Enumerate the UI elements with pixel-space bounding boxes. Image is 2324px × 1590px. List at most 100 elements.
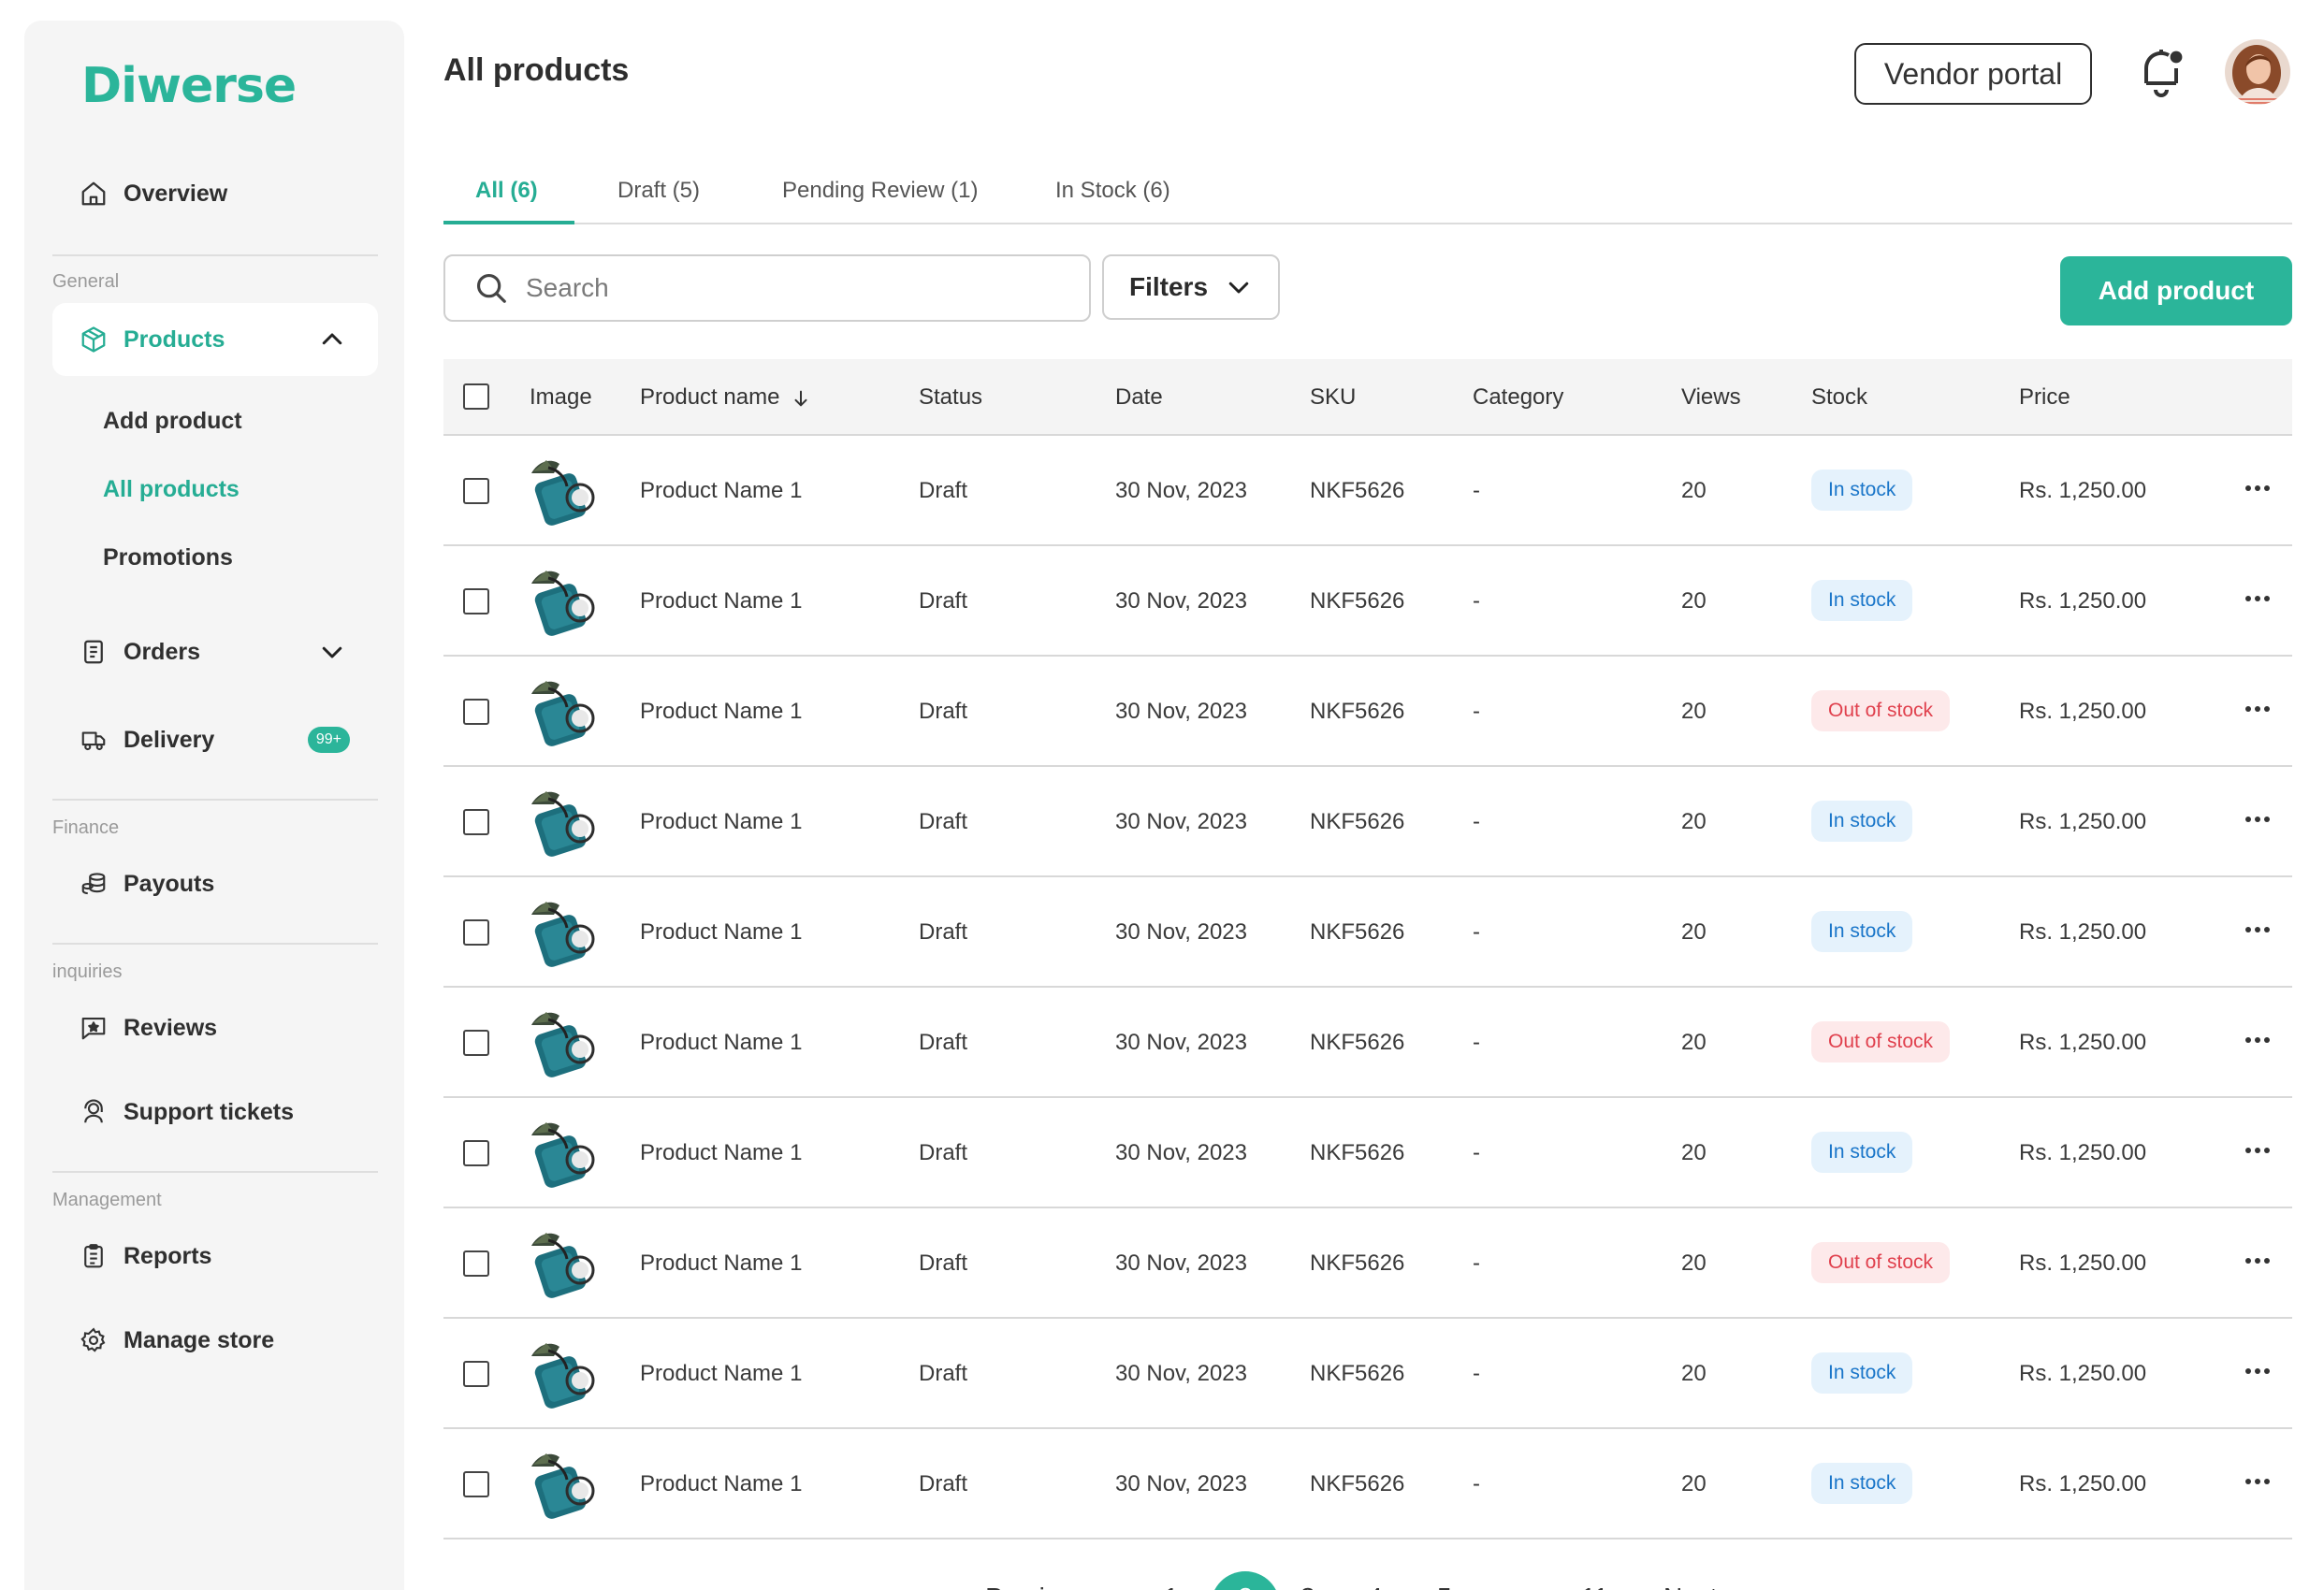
row-checkbox[interactable] [463, 1030, 489, 1056]
table-row[interactable]: Product Name 1 Draft 30 Nov, 2023 NKF5626 - 2… [443, 1098, 2292, 1208]
product-price: Rs. 1,250.00 [2019, 588, 2147, 614]
page-3[interactable]: 3 [1300, 1583, 1315, 1590]
page-1[interactable]: 1 [1164, 1583, 1179, 1590]
add-product-button[interactable]: Add product [2060, 256, 2292, 325]
product-category: - [1473, 1471, 1480, 1496]
nav-delivery[interactable]: Delivery 99+ [52, 703, 378, 776]
column-product-name[interactable]: Product name [640, 384, 811, 411]
product-thumbnail [528, 786, 601, 859]
table-row[interactable]: Product Name 1 Draft 30 Nov, 2023 NKF5626 - 2… [443, 1429, 2292, 1539]
product-views: 20 [1681, 478, 1707, 503]
nav-payouts[interactable]: Payouts [52, 847, 378, 920]
clipboard-icon [79, 1241, 109, 1271]
product-sku: NKF5626 [1310, 1471, 1405, 1496]
stock-badge: In stock [1811, 1463, 1913, 1504]
vendor-portal-button[interactable]: Vendor portal [1854, 43, 2092, 105]
nav-overview[interactable]: Overview [52, 157, 378, 230]
chevron-up-icon[interactable] [318, 325, 346, 354]
product-name[interactable]: Product Name 1 [640, 919, 802, 946]
user-avatar[interactable] [2225, 39, 2290, 105]
search-input[interactable] [526, 273, 1050, 303]
select-all-checkbox[interactable] [463, 383, 489, 410]
product-sku: NKF5626 [1310, 699, 1405, 724]
product-views: 20 [1681, 1140, 1707, 1165]
sub-item-add-product[interactable]: Add product [103, 408, 242, 435]
more-options-icon[interactable] [2245, 698, 2273, 720]
table-row[interactable]: Product Name 1 Draft 30 Nov, 2023 NKF5626 - 2… [443, 767, 2292, 877]
tab-draft[interactable]: Draft (5) [617, 170, 700, 224]
tab-pending-review[interactable]: Pending Review (1) [782, 170, 978, 224]
row-checkbox[interactable] [463, 1471, 489, 1497]
next-label: Next [1663, 1583, 1718, 1590]
row-checkbox[interactable] [463, 1361, 489, 1387]
nav-orders-label: Orders [123, 638, 200, 665]
product-status: Draft [919, 588, 968, 614]
product-date: 30 Nov, 2023 [1115, 699, 1247, 724]
next-page-button[interactable]: Next › [1663, 1583, 1734, 1590]
page-11[interactable]: 11 [1581, 1583, 1608, 1590]
sub-item-all-products[interactable]: All products [103, 476, 240, 503]
table-row[interactable]: Product Name 1 Draft 30 Nov, 2023 NKF5626 - 2… [443, 877, 2292, 988]
more-options-icon[interactable] [2245, 1139, 2273, 1162]
row-checkbox[interactable] [463, 588, 489, 614]
row-checkbox[interactable] [463, 1140, 489, 1166]
more-options-icon[interactable] [2245, 1360, 2273, 1382]
previous-page-button[interactable]: ‹ Previous [969, 1583, 1087, 1590]
table-row[interactable]: Product Name 1 Draft 30 Nov, 2023 NKF5626 - 2… [443, 1319, 2292, 1429]
section-finance-label: Finance [52, 817, 120, 838]
product-thumbnail [528, 1006, 601, 1079]
row-checkbox[interactable] [463, 1250, 489, 1277]
nav-support-tickets[interactable]: Support tickets [52, 1076, 378, 1149]
more-options-icon[interactable] [2245, 1250, 2273, 1272]
chevron-down-icon[interactable] [318, 638, 346, 666]
row-checkbox[interactable] [463, 919, 489, 946]
nav-orders[interactable]: Orders [52, 615, 378, 688]
table-row[interactable]: Product Name 1 Draft 30 Nov, 2023 NKF5626 - 2… [443, 1208, 2292, 1319]
product-name[interactable]: Product Name 1 [640, 1471, 802, 1497]
product-name[interactable]: Product Name 1 [640, 699, 802, 725]
filters-dropdown[interactable]: Filters [1102, 254, 1280, 320]
nav-reviews[interactable]: Reviews [52, 991, 378, 1064]
nav-manage-store[interactable]: Manage store [52, 1304, 378, 1377]
stock-badge: In stock [1811, 1352, 1913, 1394]
product-date: 30 Nov, 2023 [1115, 1250, 1247, 1276]
page-2-current[interactable]: 2 [1211, 1571, 1280, 1590]
search-box[interactable] [443, 254, 1091, 322]
product-date: 30 Nov, 2023 [1115, 809, 1247, 834]
more-options-icon[interactable] [2245, 808, 2273, 831]
sub-item-promotions[interactable]: Promotions [103, 544, 233, 571]
product-name[interactable]: Product Name 1 [640, 588, 802, 614]
more-options-icon[interactable] [2245, 477, 2273, 499]
nav-products[interactable]: Products [52, 303, 378, 376]
product-name[interactable]: Product Name 1 [640, 1361, 802, 1387]
home-icon [79, 179, 109, 209]
more-options-icon[interactable] [2245, 1470, 2273, 1493]
row-checkbox[interactable] [463, 699, 489, 725]
product-sku: NKF5626 [1310, 588, 1405, 614]
table-header: Image Product name Status Date SKU Categ… [443, 359, 2292, 436]
nav-overview-label: Overview [123, 180, 228, 207]
more-options-icon[interactable] [2245, 1029, 2273, 1051]
table-row[interactable]: Product Name 1 Draft 30 Nov, 2023 NKF5626 - 2… [443, 546, 2292, 657]
more-options-icon[interactable] [2245, 918, 2273, 941]
brand-logo[interactable]: Diwerse [81, 56, 297, 116]
page-5[interactable]: 5 [1437, 1583, 1452, 1590]
row-checkbox[interactable] [463, 809, 489, 835]
table-row[interactable]: Product Name 1 Draft 30 Nov, 2023 NKF5626 - 2… [443, 988, 2292, 1098]
product-thumbnail [528, 1337, 601, 1410]
more-options-icon[interactable] [2245, 587, 2273, 610]
product-name[interactable]: Product Name 1 [640, 478, 802, 504]
product-name[interactable]: Product Name 1 [640, 1140, 802, 1166]
product-name[interactable]: Product Name 1 [640, 809, 802, 835]
tab-in-stock[interactable]: In Stock (6) [1055, 170, 1170, 224]
page-4[interactable]: 4 [1368, 1583, 1383, 1590]
tab-all[interactable]: All (6) [443, 170, 574, 224]
table-row[interactable]: Product Name 1 Draft 30 Nov, 2023 NKF5626 - 2… [443, 436, 2292, 546]
table-row[interactable]: Product Name 1 Draft 30 Nov, 2023 NKF5626 - 2… [443, 657, 2292, 767]
row-checkbox[interactable] [463, 478, 489, 504]
nav-reports[interactable]: Reports [52, 1220, 378, 1293]
product-name[interactable]: Product Name 1 [640, 1250, 802, 1277]
product-status: Draft [919, 1030, 968, 1055]
bell-notification-icon[interactable] [2137, 45, 2186, 99]
product-name[interactable]: Product Name 1 [640, 1030, 802, 1056]
